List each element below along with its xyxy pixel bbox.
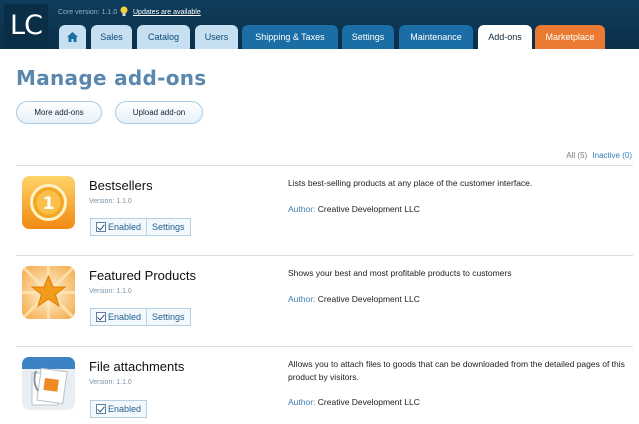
tab-addons-label: Add-ons	[488, 32, 522, 42]
more-addons-button[interactable]: More add-ons	[16, 101, 102, 124]
file-attachment-icon	[22, 357, 75, 410]
logo[interactable]: LC	[4, 4, 48, 46]
author-name: Creative Development LLC	[317, 397, 420, 407]
enabled-checkbox[interactable]: Enabled	[91, 401, 146, 417]
checkbox-checked	[96, 404, 106, 414]
addon-author: Author: Creative Development LLC	[288, 294, 420, 304]
tab-sales-label: Sales	[100, 32, 123, 42]
tab-users-label: Users	[204, 32, 229, 42]
updates-available-link[interactable]: Updates are available	[133, 9, 201, 16]
tab-settings-label: Settings	[351, 32, 385, 42]
addon-version: Version: 1.1.0	[89, 198, 132, 205]
svg-text:1: 1	[43, 194, 55, 214]
author-name: Creative Development LLC	[317, 294, 420, 304]
addon-name[interactable]: File attachments	[89, 359, 184, 374]
enabled-label: Enabled	[108, 312, 142, 322]
author-label: Author:	[288, 294, 316, 304]
tab-shipping-label: Shipping & Taxes	[255, 32, 325, 42]
tab-addons[interactable]: Add-ons	[478, 25, 532, 49]
page-title: Manage add-ons	[16, 66, 207, 90]
enabled-checkbox[interactable]: Enabled	[91, 219, 146, 235]
addon-controls: Enabled	[90, 400, 148, 418]
addon-controls: Enabled Settings	[90, 308, 191, 326]
addon-author: Author: Creative Development LLC	[288, 397, 420, 407]
addon-filter: All (5) Inactive (0)	[566, 151, 632, 160]
tab-sales[interactable]: Sales	[91, 25, 132, 49]
enabled-label: Enabled	[108, 222, 142, 232]
tab-maintenance-label: Maintenance	[410, 32, 462, 42]
featured-star-icon	[22, 266, 75, 319]
addon-author: Author: Creative Development LLC	[288, 204, 420, 214]
tab-catalog-label: Catalog	[147, 32, 180, 42]
tab-users[interactable]: Users	[195, 25, 238, 49]
checkbox-checked	[96, 222, 106, 232]
upload-addon-button[interactable]: Upload add-on	[115, 101, 203, 124]
top-header: LC Core version: 1.1.0 Updates are avail…	[0, 0, 639, 49]
addon-description: Shows your best and most profitable prod…	[288, 268, 512, 278]
core-version: Core version: 1.1.0	[58, 9, 118, 16]
home-icon	[67, 32, 78, 42]
tab-home[interactable]	[59, 25, 86, 49]
addon-controls: Enabled Settings	[90, 218, 191, 236]
tab-marketplace[interactable]: Marketplace	[535, 25, 605, 49]
addon-description: Lists best-selling products at any place…	[288, 178, 533, 188]
filter-all-link[interactable]: All (5)	[566, 151, 587, 160]
checkbox-checked	[96, 312, 106, 322]
enabled-label: Enabled	[108, 404, 142, 414]
lightbulb-icon	[120, 6, 128, 16]
addon-row-featured-products: Featured Products Version: 1.1.0 Enabled…	[16, 256, 633, 344]
bestseller-medal-icon: 1	[22, 176, 75, 229]
settings-button[interactable]: Settings	[146, 219, 190, 235]
tab-marketplace-label: Marketplace	[545, 32, 595, 42]
addon-version: Version: 1.1.0	[89, 379, 132, 386]
tab-settings[interactable]: Settings	[342, 25, 394, 49]
addon-row-bestsellers: 1 Bestsellers Version: 1.1.0 Enabled Set…	[16, 166, 633, 254]
addon-name[interactable]: Bestsellers	[89, 178, 153, 193]
tab-catalog[interactable]: Catalog	[137, 25, 190, 49]
addon-name[interactable]: Featured Products	[89, 268, 196, 283]
addon-version: Version: 1.1.0	[89, 288, 132, 295]
filter-inactive-link[interactable]: Inactive (0)	[592, 151, 632, 160]
addon-row-file-attachments: File attachments Version: 1.1.0 Enabled …	[16, 347, 633, 424]
tab-maintenance[interactable]: Maintenance	[399, 25, 473, 49]
enabled-checkbox[interactable]: Enabled	[91, 309, 146, 325]
addon-description: Allows you to attach files to goods that…	[288, 359, 625, 382]
author-label: Author:	[288, 397, 316, 407]
author-name: Creative Development LLC	[317, 204, 420, 214]
settings-button[interactable]: Settings	[146, 309, 190, 325]
author-label: Author:	[288, 204, 316, 214]
tab-shipping-taxes[interactable]: Shipping & Taxes	[242, 25, 338, 49]
